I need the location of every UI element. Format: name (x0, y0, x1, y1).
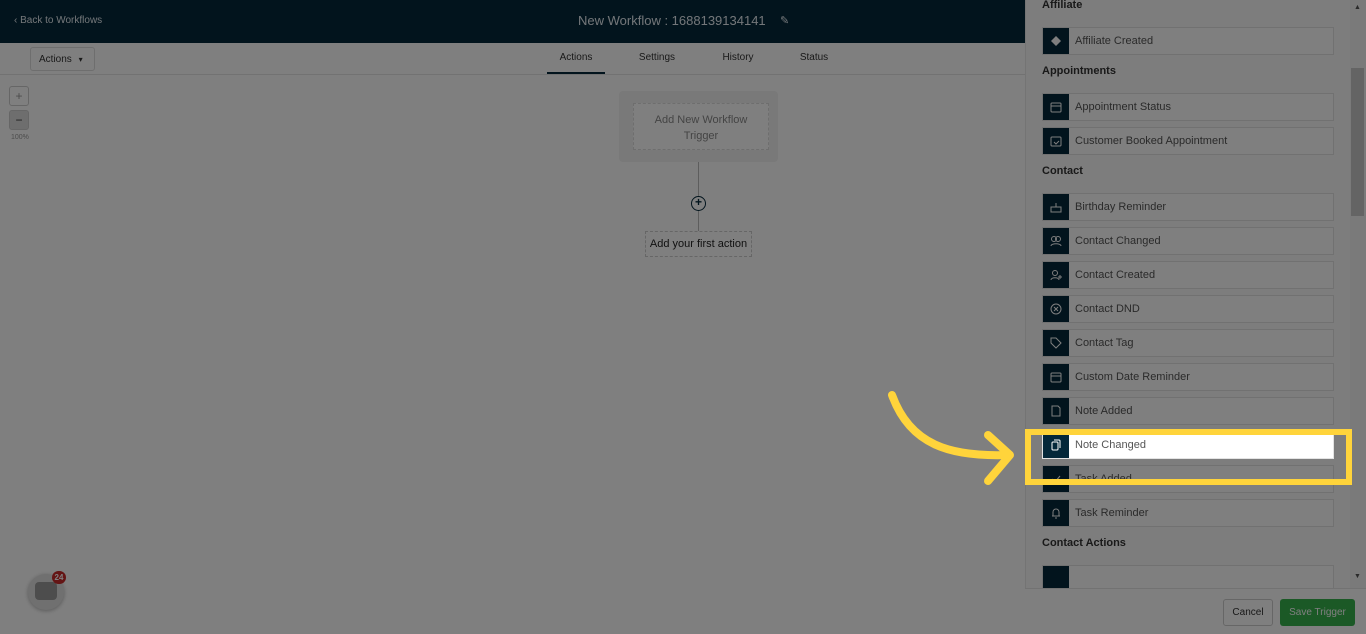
user-plus-icon (1043, 262, 1069, 288)
tab-status[interactable]: Status (792, 52, 836, 74)
actions-label: Actions (39, 54, 72, 65)
trigger-item-custom-date-reminder[interactable]: Custom Date Reminder (1042, 363, 1334, 391)
trigger-list: Affiliate Affiliate Created Appointments Ap… (1042, 0, 1334, 599)
connector-line (698, 162, 699, 196)
trigger-item-contact-dnd[interactable]: Contact DND (1042, 295, 1334, 323)
block-icon (1043, 296, 1069, 322)
trigger-panel: Affiliate Affiliate Created Appointments Ap… (1025, 0, 1366, 634)
trigger-item-label: Note Added (1075, 405, 1133, 417)
trigger-item-task-reminder[interactable]: Task Reminder (1042, 499, 1334, 527)
trigger-container: Add New Workflow Trigger (619, 91, 778, 162)
section-contact-actions: Contact Actions (1042, 533, 1334, 593)
add-step-plus-icon[interactable]: + (691, 196, 706, 211)
trigger-item-label: Affiliate Created (1075, 35, 1154, 47)
workflow-title: New Workflow : 1688139134141 (578, 13, 766, 28)
note-icon (1043, 398, 1069, 424)
zoom-level: 100% (11, 134, 29, 141)
section-appointments: Appointments Appointment Status Customer B… (1042, 61, 1334, 155)
trigger-item-label: Note Changed (1075, 439, 1146, 451)
section-title: Appointments (1042, 65, 1116, 77)
trigger-item-task-added[interactable]: Task Added (1042, 465, 1334, 493)
section-contact: Contact Birthday Reminder Contact Changed C… (1042, 161, 1334, 527)
sub-toolbar (0, 43, 1025, 75)
trigger-item-birthday-reminder[interactable]: Birthday Reminder (1042, 193, 1334, 221)
chat-icon (35, 582, 57, 600)
back-label: Back to Workflows (20, 15, 103, 26)
trigger-item-label: Task Reminder (1075, 507, 1149, 519)
trigger-item-label: Contact Tag (1075, 337, 1134, 349)
notes-copy-icon (1043, 432, 1069, 458)
add-first-action-button[interactable]: Add your first action (645, 231, 752, 257)
trigger-item-customer-booked-appointment[interactable]: Customer Booked Appointment (1042, 127, 1334, 155)
add-trigger-button[interactable]: Add New Workflow Trigger (633, 103, 769, 150)
scroll-down-icon[interactable]: ▼ (1354, 573, 1361, 580)
trigger-item-label: Contact Changed (1075, 235, 1161, 247)
trigger-item-label: Contact Created (1075, 269, 1156, 281)
tab-settings[interactable]: Settings (632, 52, 682, 74)
cake-icon (1043, 194, 1069, 220)
trigger-item-contact-tag[interactable]: Contact Tag (1042, 329, 1334, 357)
users-icon (1043, 228, 1069, 254)
trigger-item-label: Task Added (1075, 473, 1132, 485)
pointer-arrow-icon (888, 391, 1014, 485)
chat-badge: 24 (52, 571, 66, 584)
tab-actions[interactable]: Actions (547, 52, 605, 74)
edit-pencil-icon[interactable]: ✎ (780, 14, 789, 27)
trigger-item-contact-created[interactable]: Contact Created (1042, 261, 1334, 289)
check-icon (1043, 466, 1069, 492)
tab-history[interactable]: History (714, 52, 762, 74)
bell-icon (1043, 500, 1069, 526)
cancel-button[interactable]: Cancel (1223, 599, 1273, 626)
calendar-icon (1043, 364, 1069, 390)
trigger-item-label: Custom Date Reminder (1075, 371, 1190, 383)
save-trigger-button[interactable]: Save Trigger (1280, 599, 1355, 626)
calendar-icon (1043, 94, 1069, 120)
calendar-check-icon (1043, 128, 1069, 154)
scrollbar-thumb[interactable] (1351, 68, 1364, 216)
section-title: Affiliate (1042, 0, 1083, 11)
section-title: Contact (1042, 165, 1083, 177)
handshake-icon (1043, 28, 1069, 54)
trigger-item-note-changed[interactable]: Note Changed (1042, 431, 1334, 459)
trigger-item-note-added[interactable]: Note Added (1042, 397, 1334, 425)
trigger-item-contact-changed[interactable]: Contact Changed (1042, 227, 1334, 255)
trigger-item-appointment-status[interactable]: Appointment Status (1042, 93, 1334, 121)
trigger-item-label: Customer Booked Appointment (1075, 135, 1228, 147)
trigger-item-affiliate-created[interactable]: Affiliate Created (1042, 27, 1334, 55)
trigger-item-label: Contact DND (1075, 303, 1140, 315)
back-to-workflows-link[interactable]: ‹ Back to Workflows (14, 15, 102, 26)
chevron-down-icon: ▾ (78, 55, 83, 64)
zoom-out-button[interactable]: − (9, 110, 29, 130)
section-title: Contact Actions (1042, 537, 1126, 549)
tag-icon (1043, 330, 1069, 356)
connector-line (698, 211, 699, 231)
actions-dropdown[interactable]: Actions ▾ (30, 47, 95, 71)
zoom-in-button[interactable]: + (9, 86, 29, 106)
trigger-item-label: Birthday Reminder (1075, 201, 1167, 213)
scroll-up-icon[interactable]: ▲ (1354, 4, 1361, 11)
trigger-item-label: Appointment Status (1075, 101, 1172, 113)
section-affiliate: Affiliate Affiliate Created (1042, 0, 1334, 55)
